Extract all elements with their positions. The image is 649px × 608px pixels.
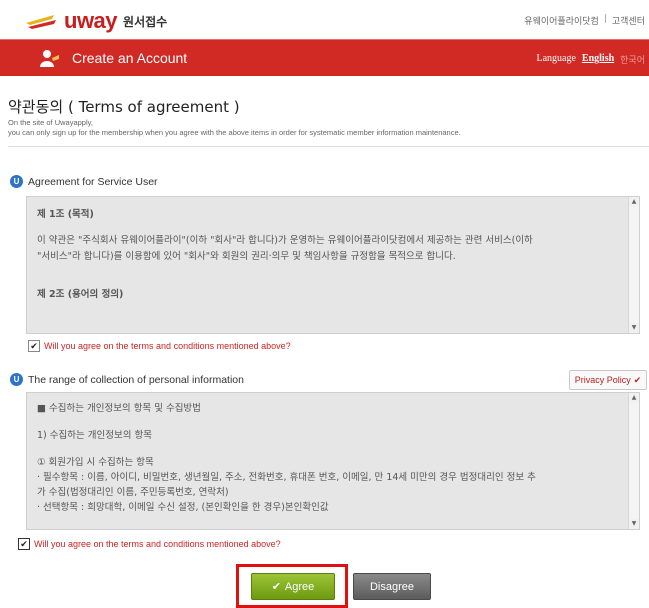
scroll-up-icon[interactable]: ▲: [629, 393, 639, 403]
article-2-title: 제 2조 (용어의 정의): [37, 289, 124, 300]
u-badge-icon: U: [10, 175, 23, 188]
personal-info-scrollbar[interactable]: ▲ ▼: [628, 393, 639, 529]
agree-service-terms-row[interactable]: ✔ Will you agree on the terms and condit…: [28, 340, 291, 352]
agree-button[interactable]: ✔ Agree: [251, 573, 335, 600]
section-service-agreement-heading: U Agreement for Service User: [10, 175, 158, 188]
page-description: On the site of Uwayapply, you can only s…: [8, 118, 461, 138]
language-selector: Language English 한국어: [536, 53, 645, 66]
pi-line-6: · 선택항목 : 희망대학, 이메일 수신 설정, (본인확인을 한 경우)본인…: [37, 502, 329, 513]
lang-korean-link[interactable]: 한국어: [620, 53, 645, 66]
agree-label: Agree: [284, 580, 315, 593]
person-icon: [40, 50, 59, 67]
privacy-policy-label: Privacy Policy: [574, 375, 631, 385]
lang-english-link[interactable]: English: [582, 53, 614, 66]
util-link-support[interactable]: 고객센터: [612, 14, 645, 27]
uway-logo-icon: [26, 15, 56, 29]
logo-text: uway: [64, 8, 118, 33]
scroll-down-icon[interactable]: ▼: [629, 323, 639, 333]
logo-subtitle: 원서접수: [123, 14, 168, 29]
agree-personal-info-row[interactable]: ✔ Will you agree on the terms and condit…: [18, 538, 281, 550]
agree-service-terms-checkbox[interactable]: ✔: [28, 340, 40, 352]
check-icon: ✔: [271, 581, 281, 593]
utility-links: 유웨이어플라이닷컴 | 고객센터: [524, 14, 645, 27]
agree-personal-info-checkbox[interactable]: ✔: [18, 538, 30, 550]
banner-title: Create an Account: [72, 50, 188, 66]
article-1-line-2: "서비스"라 합니다)를 이용함에 있어 "회사"와 회원의 권리·의무 및 책…: [37, 251, 456, 262]
personal-info-scroll-box[interactable]: ■ 수집하는 개인정보의 항목 및 수집방법 1) 수집하는 개인정보의 항목 …: [26, 392, 640, 530]
terms-scroll-box[interactable]: 제 1조 (목적) 이 약관은 "주식회사 유웨이어플라이"(이하 "회사"라 …: [26, 196, 640, 334]
article-1-title: 제 1조 (목적): [37, 209, 94, 220]
scroll-down-icon[interactable]: ▼: [629, 519, 639, 529]
disagree-label: Disagree: [369, 580, 415, 593]
util-link-uwayapply[interactable]: 유웨이어플라이닷컴: [524, 14, 599, 27]
pi-line-5: 가 수집(법정대리인 이름, 주민등록번호, 연락처): [37, 487, 229, 498]
top-header: uway 원서접수 유웨이어플라이닷컴 | 고객센터: [0, 0, 649, 36]
section-heading-text: The range of collection of personal info…: [28, 373, 244, 386]
page-banner: Create an Account Language English 한국어: [0, 39, 649, 76]
desc-line-2: you can only sign up for the membership …: [8, 128, 461, 137]
agree-personal-info-label[interactable]: Will you agree on the terms and conditio…: [34, 539, 281, 549]
terms-content: 제 1조 (목적) 이 약관은 "주식회사 유웨이어플라이"(이하 "회사"라 …: [27, 197, 639, 303]
divider: [8, 146, 649, 147]
u-badge-icon: U: [10, 373, 23, 386]
section-personal-info-heading: U The range of collection of personal in…: [10, 373, 244, 386]
util-separator: |: [603, 14, 607, 24]
pi-line-2: 1) 수집하는 개인정보의 항목: [37, 430, 152, 441]
pi-line-3: ① 회원가입 시 수집하는 항목: [37, 457, 154, 468]
article-1-line-1: 이 약관은 "주식회사 유웨이어플라이"(이하 "회사"라 합니다)가 운영하는…: [37, 235, 533, 246]
logo[interactable]: uway 원서접수: [24, 8, 167, 34]
disagree-button[interactable]: Disagree: [353, 573, 431, 600]
pi-line-1: ■ 수집하는 개인정보의 항목 및 수집방법: [37, 403, 201, 414]
page-title: 약관동의 ( Terms of agreement ): [8, 98, 240, 116]
section-heading-text: Agreement for Service User: [28, 175, 158, 188]
pi-line-4: · 필수항목 : 이름, 아이디, 비밀번호, 생년월일, 주소, 전화번호, …: [37, 472, 536, 483]
language-label: Language: [536, 53, 576, 64]
personal-info-content: ■ 수집하는 개인정보의 항목 및 수집방법 1) 수집하는 개인정보의 항목 …: [27, 393, 639, 515]
terms-scrollbar[interactable]: ▲ ▼: [628, 197, 639, 333]
privacy-policy-button[interactable]: Privacy Policy ✔: [569, 370, 647, 390]
agree-service-terms-label[interactable]: Will you agree on the terms and conditio…: [44, 341, 291, 351]
scroll-up-icon[interactable]: ▲: [629, 197, 639, 207]
chevron-down-icon: ✔: [633, 374, 642, 385]
desc-line-1: On the site of Uwayapply,: [8, 118, 93, 127]
